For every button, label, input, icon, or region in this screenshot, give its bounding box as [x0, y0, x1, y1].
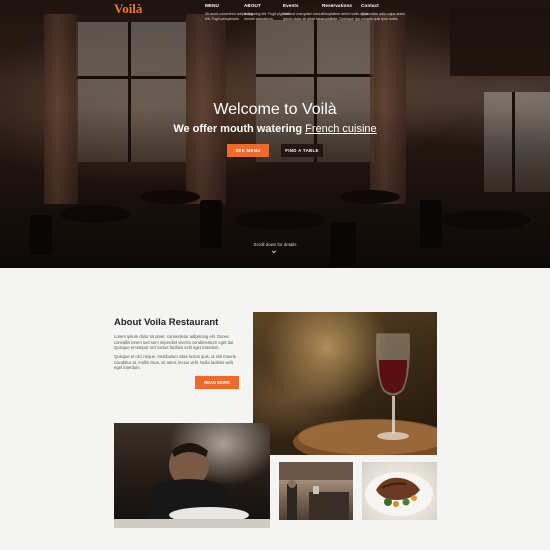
nav-item-contact[interactable]: Contact Quis nobis odio culpa animi volu… — [361, 3, 409, 22]
french-cuisine-link[interactable]: French cuisine — [305, 123, 377, 135]
about-title: About Voila Restaurant — [114, 317, 219, 328]
logo[interactable]: Voilà — [114, 1, 142, 17]
wine-glass-illustration — [293, 333, 437, 455]
chef-photo — [114, 423, 270, 528]
hero-subtitle-text: We offer mouth watering — [173, 123, 303, 135]
chevron-down-icon[interactable] — [271, 249, 277, 255]
nav-desc: Quis nobis odio culpa animi volupta quis… — [361, 12, 405, 22]
find-table-button[interactable]: FIND A TABLE — [281, 144, 323, 157]
about-paragraph: Lorem ipsum dolor sit amet, consectetur … — [114, 334, 235, 351]
kitchen-photo — [279, 462, 353, 520]
food-photo — [362, 462, 437, 520]
hero-title: Welcome to Voilà — [213, 101, 337, 118]
chef-illustration — [114, 443, 270, 528]
kitchen-illustration — [279, 462, 353, 520]
food-illustration — [365, 472, 433, 516]
scroll-hint: Scroll down for details — [253, 242, 297, 247]
hero-subtitle: We offer mouth watering French cuisine — [0, 123, 550, 135]
read-more-button[interactable]: READ MORE — [195, 376, 239, 389]
wine-glass-photo — [253, 312, 437, 455]
hero-section: Voilà MENU Sit amet consetetur adipiscin… — [0, 0, 550, 268]
see-menu-button[interactable]: SEE MENU — [227, 144, 269, 157]
about-paragraph: Quisque et orci neque. Vestibulum vitae … — [114, 354, 237, 371]
nav-title[interactable]: Contact — [361, 3, 409, 8]
